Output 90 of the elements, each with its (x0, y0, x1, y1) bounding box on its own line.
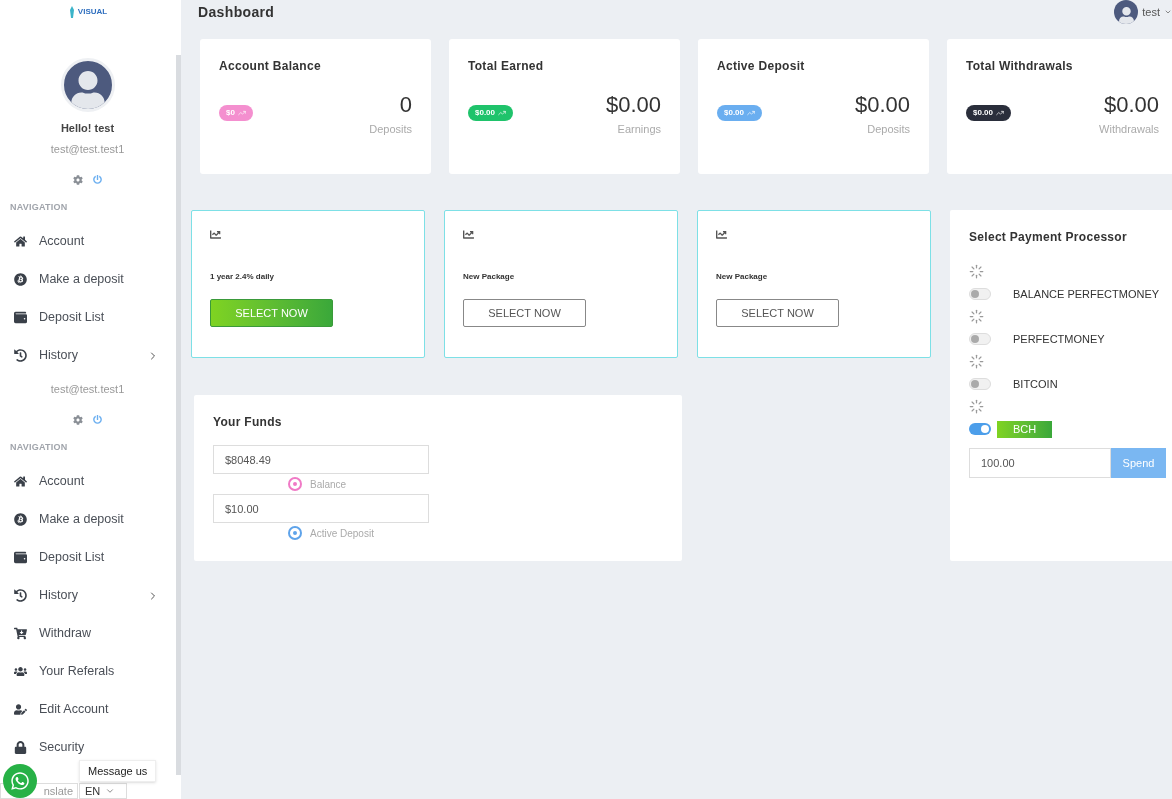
trend-icon (237, 109, 246, 117)
amount-field[interactable]: 100.00 (969, 448, 1111, 478)
lock-icon (14, 741, 27, 754)
logo: VISUAL (77, 6, 108, 18)
nav-heading: NAVIGATION (9, 441, 69, 454)
stat-title: Total Earned (468, 58, 544, 75)
logo-icon (67, 6, 76, 18)
user-edit-icon (14, 703, 27, 716)
chart-icon (210, 229, 221, 240)
select-button[interactable]: SELECT NOW (716, 299, 839, 327)
nav-item[interactable]: Make a deposit (0, 260, 175, 299)
package-name: New Package (463, 271, 515, 283)
message-tooltip: Message us (79, 760, 157, 782)
user-email: test@test.test1 (50, 381, 125, 397)
spinner-icon (969, 264, 984, 279)
amount-field[interactable]: $8048.49 (213, 445, 429, 474)
stat-caption: Deposits (369, 122, 412, 137)
toggle-switch[interactable] (969, 378, 991, 390)
chart-icon (463, 229, 474, 240)
stat-title: Account Balance (219, 58, 321, 75)
users-icon (14, 665, 27, 678)
page-title: Dashboard (198, 2, 275, 22)
funds-title: Your Funds (213, 414, 282, 431)
package-name: New Package (716, 271, 768, 283)
spinner-icon (969, 399, 984, 414)
nav-heading: NAVIGATION (9, 201, 69, 214)
nav-item[interactable]: Withdraw (0, 614, 175, 653)
spinner-icon (969, 309, 984, 324)
payment-title: Select Payment Processor (969, 229, 1127, 246)
amount-badge: $0.00 (717, 105, 763, 121)
nav-item[interactable]: Account (0, 222, 175, 261)
amount-badge: $0.00 (468, 105, 514, 121)
spinner-icon (969, 354, 984, 369)
stat-caption: Deposits (867, 122, 910, 137)
user-icon (70, 71, 105, 109)
whatsapp-icon (10, 771, 30, 791)
history-icon (14, 589, 27, 602)
stat-caption: Earnings (617, 122, 661, 137)
trend-icon (996, 109, 1005, 117)
bitcoin-icon (14, 513, 27, 526)
processor-label: BCH (997, 420, 1053, 438)
user-email: test@test.test1 (50, 141, 125, 157)
stat-value: $0.00 (854, 91, 910, 119)
settings-icon[interactable] (73, 415, 83, 425)
settings-icon[interactable] (73, 175, 83, 185)
legend-label: Balance (310, 477, 347, 492)
trend-icon (747, 109, 756, 117)
package-name: 1 year 2.4% daily (210, 271, 275, 283)
nav-item[interactable]: Deposit List (0, 298, 175, 337)
trend-icon (498, 109, 507, 117)
stat-title: Active Deposit (717, 58, 805, 75)
greeting: Hello! test (60, 121, 115, 136)
amount-badge: $0.00 (966, 105, 1012, 121)
home-icon (14, 235, 27, 248)
caret-icon (1164, 8, 1172, 16)
nav-item[interactable]: Deposit List (0, 538, 175, 577)
stat-caption: Withdrawals (1099, 122, 1159, 137)
nav-item[interactable]: History (0, 336, 175, 375)
stat-value: $0.00 (1103, 91, 1159, 119)
toggle-switch[interactable] (969, 423, 991, 435)
amount-badge: $0 (219, 105, 253, 121)
nav-item[interactable]: Your Referals (0, 652, 175, 691)
legend-label: Active Deposit (310, 526, 374, 541)
wallet-icon (14, 551, 27, 564)
nav-item[interactable]: Make a deposit (0, 500, 175, 539)
toggle-switch[interactable] (969, 288, 991, 300)
language-select[interactable]: EN (79, 783, 127, 799)
nav-item[interactable]: Edit Account (0, 690, 175, 729)
stat-value: 0 (399, 91, 412, 119)
processor-label: BALANCE PERFECTMONEY (1013, 286, 1160, 302)
power-icon[interactable] (93, 415, 102, 424)
nav-item[interactable]: Account (0, 462, 175, 501)
caret-icon (105, 786, 116, 796)
user-menu[interactable]: test (1114, 0, 1172, 24)
processor-label: PERFECTMONEY (1013, 331, 1105, 347)
select-button[interactable]: SELECT NOW (463, 299, 586, 327)
home-icon (14, 475, 27, 488)
processor-label: BITCOIN (1013, 376, 1058, 392)
stat-title: Total Withdrawals (966, 58, 1073, 75)
toggle-switch[interactable] (969, 333, 991, 345)
history-icon (14, 349, 27, 362)
wallet-icon (14, 311, 27, 324)
cart-icon (14, 627, 27, 640)
user-icon (1118, 7, 1134, 24)
power-icon[interactable] (93, 175, 102, 184)
amount-field[interactable]: $10.00 (213, 494, 429, 523)
bitcoin-icon (14, 273, 27, 286)
nav-item[interactable]: History (0, 576, 175, 615)
stat-value: $0.00 (605, 91, 661, 119)
chart-icon (716, 229, 727, 240)
